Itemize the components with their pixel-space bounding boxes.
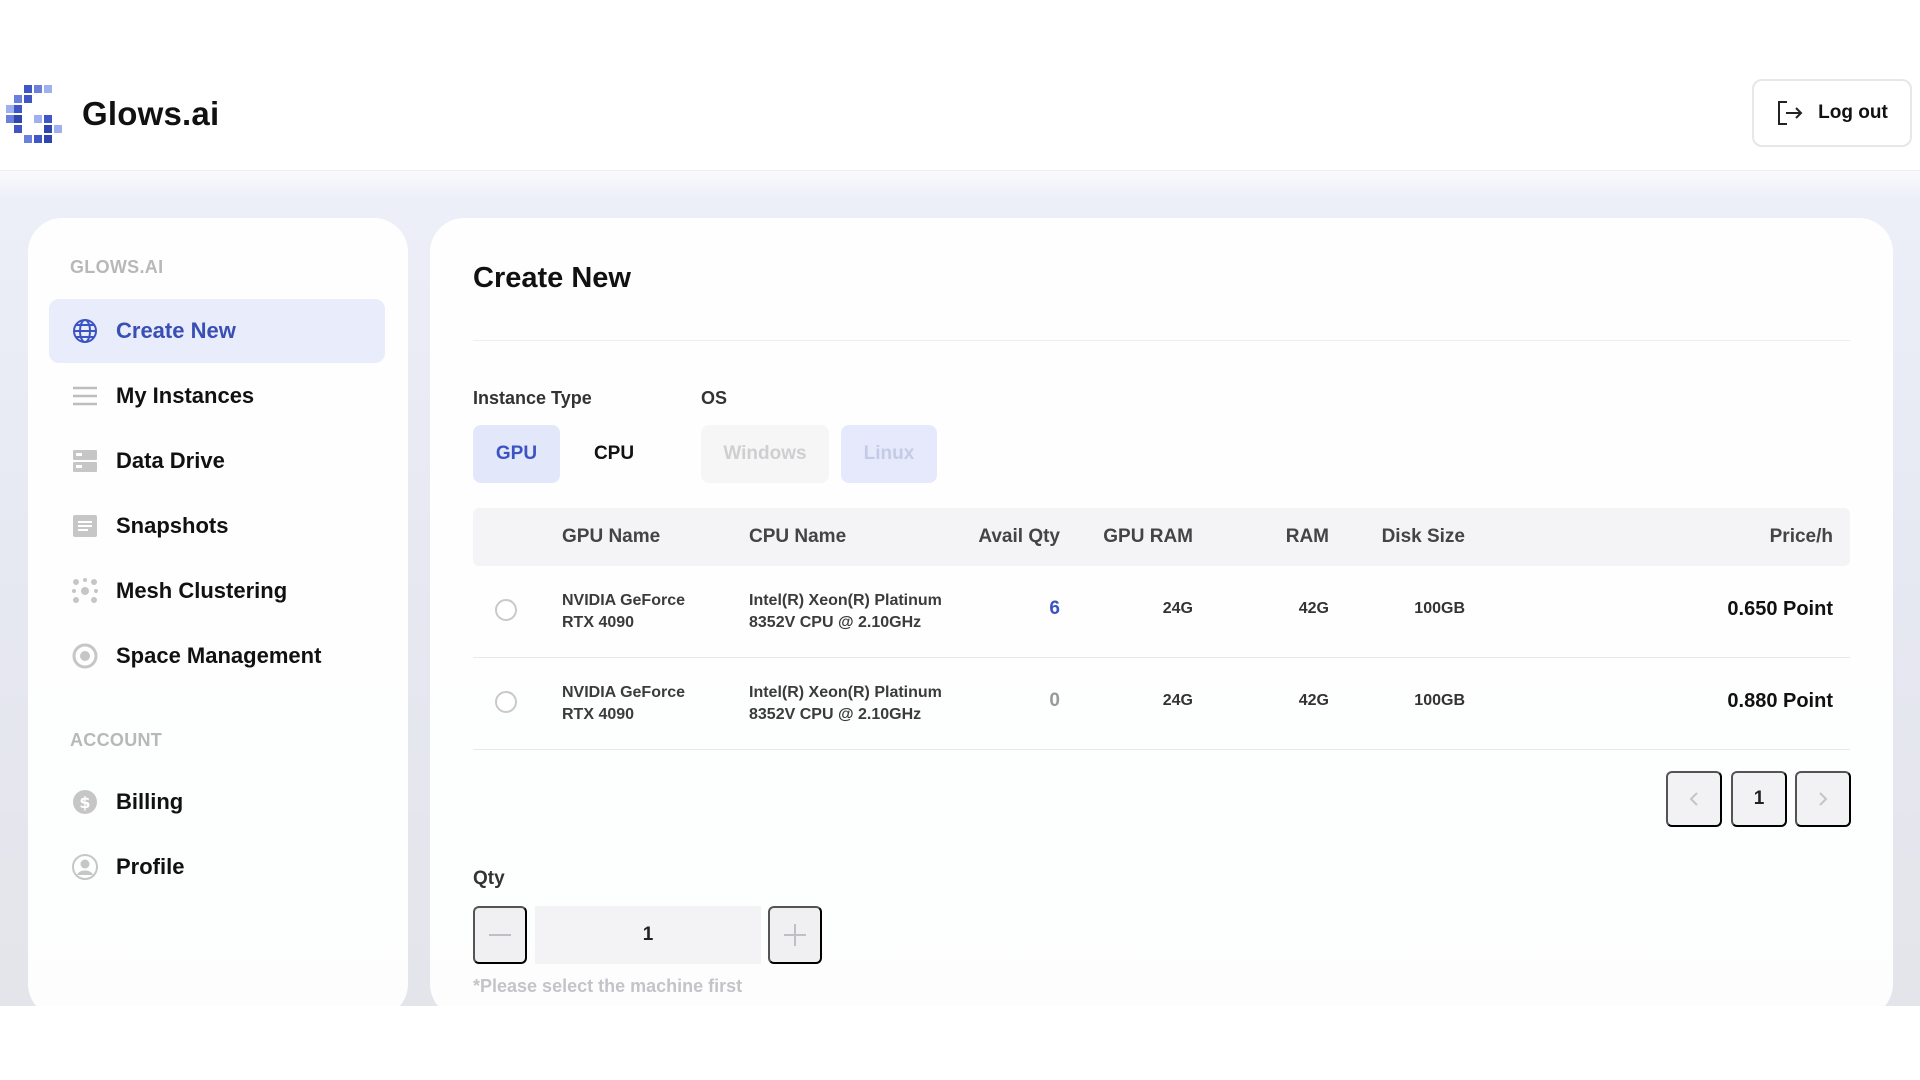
column-header-avail-qty: Avail Qty xyxy=(978,526,1060,547)
pagination-page-button[interactable]: 1 xyxy=(1731,771,1787,827)
gpu-name-cell: NVIDIA GeForce RTX 4090 xyxy=(562,682,685,726)
sidebar-item-label: Create New xyxy=(116,318,236,343)
sidebar-section-account: ACCOUNT xyxy=(70,730,163,750)
pagination-prev-button[interactable] xyxy=(1666,771,1722,827)
column-header-gpu-name: GPU Name xyxy=(562,526,661,547)
globe-icon xyxy=(71,317,99,345)
os-windows-button[interactable]: Windows xyxy=(701,425,829,483)
gpu-name-line2: RTX 4090 xyxy=(562,706,635,723)
pagination-next-button[interactable] xyxy=(1795,771,1851,827)
table-header: GPU Name CPU Name Avail Qty GPU RAM RAM … xyxy=(473,508,1850,566)
column-header-ram: RAM xyxy=(1285,526,1329,547)
sidebar-item-mesh-clustering[interactable]: Mesh Clustering xyxy=(49,559,385,623)
sidebar: GLOWS.AI Create New My Instances Data Dr… xyxy=(28,218,408,1018)
page-title: Create New xyxy=(473,262,631,294)
sidebar-item-billing[interactable]: $ Billing xyxy=(49,770,385,834)
chevron-right-icon xyxy=(1819,792,1828,806)
os-linux-button[interactable]: Linux xyxy=(841,425,937,483)
qty-hint: *Please select the machine first xyxy=(473,976,743,996)
app-frame: Glows.ai Log out GLOWS.AI Create New My … xyxy=(0,0,1920,1018)
cpu-name-cell: Intel(R) Xeon(R) Platinum 8352V CPU @ 2.… xyxy=(749,590,942,634)
logout-icon xyxy=(1778,101,1803,125)
sidebar-item-label: Profile xyxy=(116,854,185,879)
main-panel: Create New Instance Type OS GPU CPU Wind… xyxy=(430,218,1893,1018)
snapshot-icon xyxy=(71,512,99,540)
qty-decrement-button[interactable] xyxy=(473,906,527,964)
gpu-name-line2: RTX 4090 xyxy=(562,614,635,631)
instance-type-gpu-button[interactable]: GPU xyxy=(473,425,560,483)
instance-type-label: Instance Type xyxy=(473,388,592,408)
table-row[interactable]: NVIDIA GeForce RTX 4090 Intel(R) Xeon(R)… xyxy=(473,566,1850,658)
sidebar-item-profile[interactable]: Profile xyxy=(49,835,385,899)
user-icon xyxy=(71,853,99,881)
price-cell: 0.650 Point xyxy=(1727,598,1833,620)
sidebar-item-label: Space Management xyxy=(116,643,322,668)
bottom-margin xyxy=(0,1006,1920,1080)
gpu-ram-cell: 24G xyxy=(1162,600,1193,617)
gpu-name-cell: NVIDIA GeForce RTX 4090 xyxy=(562,590,685,634)
sidebar-item-snapshots[interactable]: Snapshots xyxy=(49,494,385,558)
column-header-gpu-ram: GPU RAM xyxy=(1103,526,1193,547)
column-header-cpu-name: CPU Name xyxy=(749,526,847,547)
minus-icon xyxy=(489,934,511,936)
sidebar-item-my-instances[interactable]: My Instances xyxy=(49,364,385,428)
glows-logo-icon xyxy=(6,85,62,143)
sidebar-section-main: GLOWS.AI xyxy=(70,257,164,277)
ram-cell: 42G xyxy=(1298,600,1329,617)
logout-label: Log out xyxy=(1818,102,1888,123)
machine-table: GPU Name CPU Name Avail Qty GPU RAM RAM … xyxy=(473,508,1850,750)
cpu-name-line1: Intel(R) Xeon(R) Platinum xyxy=(749,684,942,701)
qty-increment-button[interactable] xyxy=(768,906,822,964)
gpu-ram-cell: 24G xyxy=(1162,692,1193,709)
price-cell: 0.880 Point xyxy=(1727,690,1833,712)
sidebar-item-label: Snapshots xyxy=(116,513,229,538)
qty-label: Qty xyxy=(473,868,505,889)
dollar-icon: $ xyxy=(71,788,99,816)
disk-size-cell: 100GB xyxy=(1414,600,1465,617)
cpu-name-line2: 8352V CPU @ 2.10GHz xyxy=(749,614,922,631)
brand-logo[interactable]: Glows.ai xyxy=(6,85,219,143)
cpu-name-line1: Intel(R) Xeon(R) Platinum xyxy=(749,592,942,609)
sidebar-item-label: Mesh Clustering xyxy=(116,578,288,603)
table-row[interactable]: NVIDIA GeForce RTX 4090 Intel(R) Xeon(R)… xyxy=(473,658,1850,750)
disk-size-cell: 100GB xyxy=(1414,692,1465,709)
title-divider xyxy=(473,340,1850,341)
chevron-left-icon xyxy=(1689,792,1698,806)
sidebar-item-data-drive[interactable]: Data Drive xyxy=(49,429,385,493)
sidebar-item-label: Data Drive xyxy=(116,448,225,473)
row-select-radio[interactable] xyxy=(495,599,517,621)
column-header-disk-size: Disk Size xyxy=(1381,526,1465,547)
sidebar-item-label: My Instances xyxy=(116,383,255,408)
quantity-stepper: 1 xyxy=(473,906,822,964)
os-label: OS xyxy=(701,388,728,408)
avail-qty-cell: 6 xyxy=(1049,598,1060,619)
cpu-name-line2: 8352V CPU @ 2.10GHz xyxy=(749,706,922,723)
svg-text:$: $ xyxy=(79,793,90,812)
logout-button[interactable]: Log out xyxy=(1752,79,1912,147)
sidebar-item-label: Billing xyxy=(116,789,184,814)
space-icon xyxy=(71,642,99,670)
ram-cell: 42G xyxy=(1298,692,1329,709)
top-header: Glows.ai Log out xyxy=(0,58,1920,171)
instance-type-cpu-button[interactable]: CPU xyxy=(570,425,658,483)
drive-icon xyxy=(71,447,99,475)
column-header-price: Price/h xyxy=(1769,526,1833,547)
plus-icon xyxy=(784,924,806,946)
cluster-icon xyxy=(71,577,99,605)
cpu-name-cell: Intel(R) Xeon(R) Platinum 8352V CPU @ 2.… xyxy=(749,682,942,726)
sidebar-item-create-new[interactable]: Create New xyxy=(49,299,385,363)
avail-qty-cell: 0 xyxy=(1049,690,1060,711)
gpu-name-line1: NVIDIA GeForce xyxy=(562,684,685,701)
sidebar-item-space-management[interactable]: Space Management xyxy=(49,624,385,688)
gpu-name-line1: NVIDIA GeForce xyxy=(562,592,685,609)
list-icon xyxy=(71,382,99,410)
qty-value[interactable]: 1 xyxy=(535,906,761,964)
brand-name: Glows.ai xyxy=(82,95,220,132)
row-select-radio[interactable] xyxy=(495,691,517,713)
